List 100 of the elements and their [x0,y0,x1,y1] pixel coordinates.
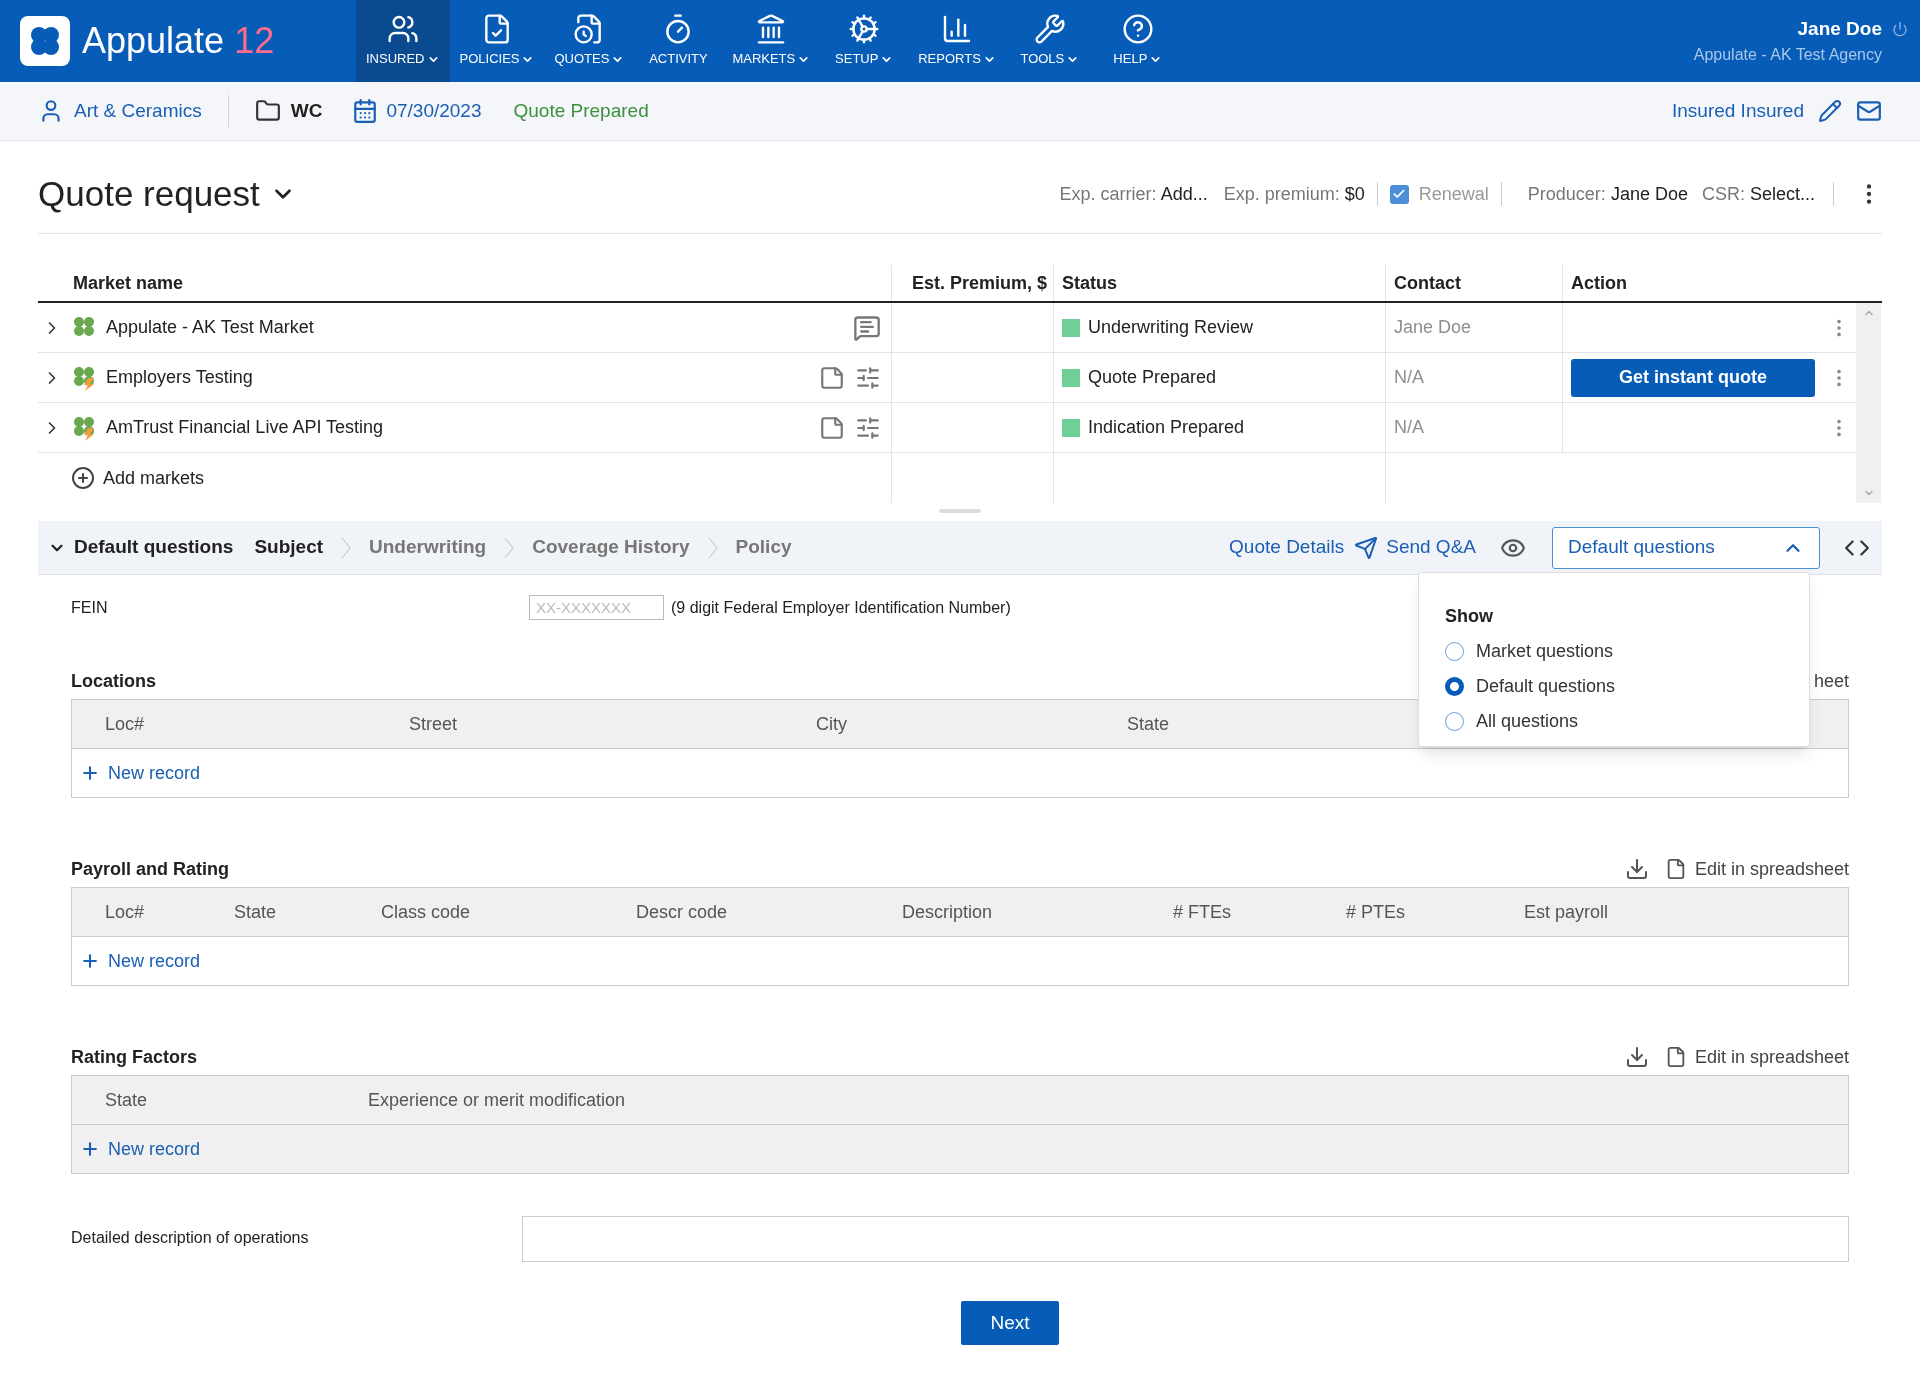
quote-details-link[interactable]: Quote Details [1229,533,1345,562]
gears-icon [848,13,881,46]
edit-in-spreadsheet-link[interactable]: Edit in spreadsheet [1664,1043,1849,1071]
contact-text: N/A [1394,366,1424,389]
radio-option[interactable]: Market questions [1445,638,1783,665]
plus-icon [80,1139,100,1159]
calendar-icon [352,98,379,124]
fein-input[interactable]: XX-XXXXXXX [529,595,664,620]
status-text: Indication Prepared [1088,416,1245,439]
breadcrumb-separator-icon [707,536,718,559]
market-name[interactable]: AmTrust Financial Live API Testing [106,414,384,441]
column-header: # FTEs [1173,901,1231,922]
field-hint: (9 digit Federal Employer Identification Number) [671,597,1011,618]
tools-icon [1033,13,1066,46]
sliders-icon[interactable] [855,364,881,391]
meta-field[interactable]: Producer: Jane Doe [1527,180,1688,208]
contact-link[interactable]: Insured Insured [1671,96,1804,126]
add-markets-button[interactable]: Add markets [71,464,205,492]
clover-lightning-icon [72,414,96,441]
questions-dropdown[interactable]: Default questions [1552,526,1820,569]
app-name: Appulate 12 [82,19,275,63]
send-icon [1354,535,1379,560]
meta-field[interactable]: Exp. carrier: Add... [1059,180,1208,208]
new-record-button[interactable]: New record [80,947,201,975]
radio-button[interactable] [1445,677,1464,696]
column-header: State [234,901,277,922]
insured-link[interactable]: Art & Ceramics [74,96,202,126]
section-toggle[interactable]: Default questions [48,533,234,562]
nav-tab[interactable]: MARKETS [722,0,821,82]
column-header: Class code [381,901,471,922]
agency-name: Appulate - AK Test Agency [1693,45,1882,66]
radio-option[interactable]: Default questions [1445,673,1783,700]
meta-field[interactable]: CSR: Select... [1701,180,1815,208]
market-name[interactable]: Appulate - AK Test Market [106,314,314,341]
nav-tab[interactable]: REPORTS [908,0,1006,82]
power-icon[interactable] [1892,21,1908,37]
download-icon[interactable] [1624,1045,1649,1069]
column-header: Street [409,713,458,734]
column-header: Est. Premium, $ [911,271,1047,295]
column-header: # PTEs [1346,901,1406,922]
renewal-label: Renewal [1418,182,1489,206]
column-header: Description [902,901,993,922]
status-text: Quote Prepared [513,98,649,123]
new-record-button[interactable]: New record [80,759,201,787]
nav-tab[interactable]: SETUP [820,0,909,82]
nav-tab[interactable]: ACTIVITY [634,0,723,82]
column-header: Est payroll [1524,901,1609,922]
user-name[interactable]: Jane Doe [1797,14,1882,44]
field-label: Detailed description of operations [71,1228,310,1248]
send-qa-button[interactable]: Send Q&A [1354,533,1476,562]
mail-icon[interactable] [1856,98,1882,124]
check-icon [1392,187,1407,201]
chat-icon[interactable] [853,313,881,342]
new-record-button[interactable]: New record [80,1135,201,1163]
meta-field[interactable]: Exp. premium: $0 [1223,180,1365,208]
note-icon[interactable] [819,364,845,391]
sliders-icon[interactable] [855,414,881,441]
column-header: State [1127,713,1170,734]
plus-circle-icon [71,466,95,490]
radio-option[interactable]: All questions [1445,708,1783,735]
column-header: Contact [1394,271,1461,295]
page-title-dropdown[interactable]: Quote request [38,167,296,221]
folder-icon [254,98,281,124]
status-square-icon [1062,368,1080,387]
next-button[interactable]: Next [961,1301,1059,1345]
column-header: Loc# [105,901,145,922]
nav-tab[interactable]: POLICIES [449,0,545,82]
column-header: Descr code [636,901,728,922]
resize-handle[interactable] [939,509,981,513]
get-instant-quote-button[interactable]: Get instant quote [1571,358,1815,397]
description-input[interactable] [521,1216,1849,1262]
download-icon[interactable] [1624,857,1649,881]
spreadsheet-link[interactable]: heet [1813,667,1849,695]
help-icon [1121,13,1154,46]
column-header: Loc# [105,713,145,734]
step-tab[interactable]: Subject [254,533,324,562]
nav-tab[interactable]: HELP [1093,0,1182,82]
section-title: Locations [71,669,156,693]
line-of-business: WC [290,98,323,123]
breadcrumb-separator-icon [341,536,352,559]
edit-in-spreadsheet-link[interactable]: Edit in spreadsheet [1664,855,1849,883]
plus-icon [80,951,100,971]
column-header: Market name [73,271,184,295]
step-tab[interactable]: Coverage History [532,533,690,562]
step-tab[interactable]: Underwriting [369,533,487,562]
nav-tab[interactable]: QUOTES [544,0,635,82]
status-square-icon [1062,318,1080,337]
note-icon[interactable] [819,414,845,441]
market-name[interactable]: Employers Testing [106,364,253,391]
app-logo-icon [20,16,70,66]
status-text: Underwriting Review [1088,316,1254,339]
column-header: Action [1571,271,1627,295]
step-tab[interactable]: Policy [735,533,792,562]
edit-icon[interactable] [1818,99,1842,123]
nav-tab[interactable]: TOOLS [1005,0,1094,82]
nav-tab[interactable]: INSURED [356,0,450,82]
column-header: State [105,1089,148,1110]
section-title: Payroll and Rating [71,857,230,881]
renewal-checkbox[interactable] [1389,184,1409,204]
column-header: City [816,713,847,734]
